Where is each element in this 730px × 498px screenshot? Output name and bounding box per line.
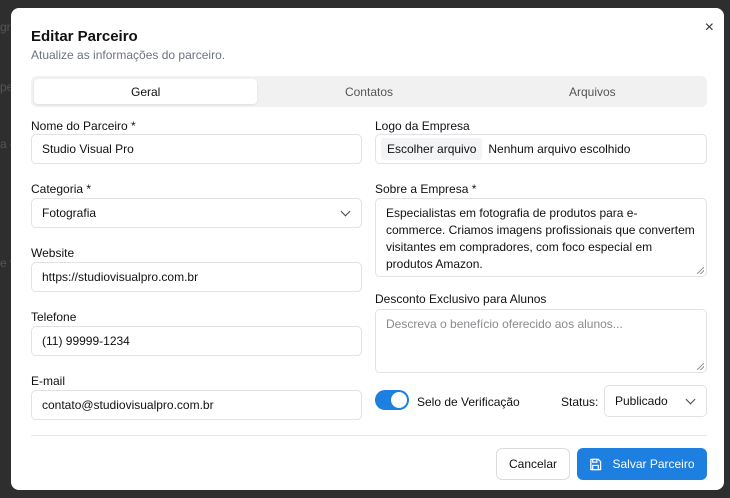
- about-textarea[interactable]: Especialistas em fotografia de produtos …: [375, 198, 707, 277]
- discount-textarea[interactable]: Descreva o benefício oferecido aos aluno…: [375, 309, 707, 373]
- logo-file-input[interactable]: Escolher arquivo Nenhum arquivo escolhid…: [375, 134, 707, 164]
- about-text: Especialistas em fotografia de produtos …: [386, 206, 695, 271]
- edit-partner-dialog: × Editar Parceiro Atualize as informaçõe…: [11, 8, 724, 490]
- backdrop-fragment: gr: [0, 20, 11, 34]
- verification-toggle[interactable]: [375, 390, 409, 410]
- tab-list: Geral Contatos Arquivos: [31, 76, 707, 107]
- choose-file-button[interactable]: Escolher arquivo: [381, 138, 483, 160]
- category-select[interactable]: Fotografia: [31, 198, 362, 228]
- phone-label: Telefone: [31, 310, 77, 324]
- about-label: Sobre a Empresa *: [375, 182, 477, 196]
- email-label: E-mail: [31, 374, 66, 388]
- status-value: Publicado: [615, 394, 668, 408]
- resize-handle[interactable]: [697, 363, 704, 370]
- resize-handle[interactable]: [697, 267, 704, 274]
- tab-arquivos[interactable]: Arquivos: [481, 79, 704, 104]
- dialog-title: Editar Parceiro: [31, 28, 138, 45]
- name-input[interactable]: Studio Visual Pro: [31, 134, 362, 164]
- cancel-button[interactable]: Cancelar: [496, 448, 570, 480]
- name-label: Nome do Parceiro *: [31, 119, 136, 133]
- email-input[interactable]: contato@studiovisualpro.com.br: [31, 390, 362, 420]
- category-value: Fotografia: [42, 206, 97, 220]
- phone-input[interactable]: (11) 99999-1234: [31, 326, 362, 356]
- tab-geral[interactable]: Geral: [34, 79, 258, 104]
- status-label: Status:: [561, 395, 599, 409]
- discount-placeholder: Descreva o benefício oferecido aos aluno…: [386, 317, 623, 331]
- discount-label: Desconto Exclusivo para Alunos: [375, 292, 547, 306]
- tab-contatos[interactable]: Contatos: [257, 79, 480, 104]
- save-label: Salvar Parceiro: [612, 457, 695, 471]
- chevron-down-icon: [685, 394, 696, 405]
- logo-label: Logo da Empresa: [375, 119, 470, 133]
- status-select[interactable]: Publicado: [604, 385, 707, 417]
- close-icon[interactable]: ×: [705, 20, 714, 36]
- save-button[interactable]: Salvar Parceiro: [577, 448, 707, 480]
- verification-label: Selo de Verificação: [417, 395, 520, 409]
- file-status: Nenhum arquivo escolhido: [488, 142, 631, 156]
- footer-divider: [31, 435, 707, 436]
- toggle-knob: [391, 392, 407, 408]
- save-icon: [590, 458, 602, 470]
- category-label: Categoria *: [31, 182, 92, 196]
- website-input[interactable]: https://studiovisualpro.com.br: [31, 262, 362, 292]
- dialog-subtitle: Atualize as informações do parceiro.: [31, 48, 226, 62]
- chevron-down-icon: [340, 206, 351, 217]
- website-label: Website: [31, 246, 75, 260]
